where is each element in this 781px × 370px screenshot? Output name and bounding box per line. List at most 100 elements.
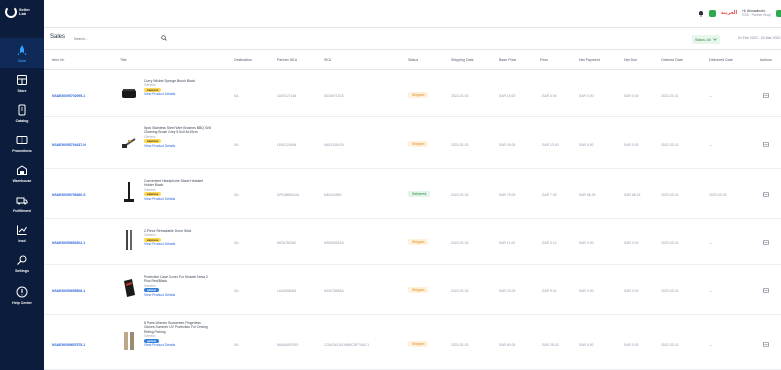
product-title-block: Protective Case Cover For Huawei Nova 2 … [144,275,212,297]
receipt-icon[interactable] [763,342,769,347]
destination-cell: SA [234,94,239,98]
view-product-details-link[interactable]: View Product Details [144,343,212,347]
column-header[interactable]: Title [120,58,127,62]
table-row[interactable]: NSAE30095653202-1 2-Piece Retractable Dr… [44,219,781,265]
sidebar-item-label: Store [17,88,27,93]
column-header[interactable]: Destination [234,58,252,62]
item-number-link[interactable]: NSAE30095705460-S [52,193,86,197]
global-tag: global [144,338,159,343]
table-header: Item Nr. Title Destination Partner SKU S… [44,50,781,70]
partner-sku-cell: LD00124454 [277,143,297,147]
express-tag: express [144,192,162,197]
table-row[interactable]: NSAE30095655508-1 Protective Case Cover … [44,265,781,315]
partner-sku-cell: NISA750940 [277,241,297,245]
ordered-date-cell: 2022-03-01 [661,143,679,147]
receipt-icon[interactable] [763,93,769,98]
product-thumbnail [120,279,138,297]
fees-cell: - SAR 13.00 [540,143,559,147]
sidebar-item-core[interactable]: Core [0,38,44,68]
item-number-link[interactable]: NSAE30095653202-1 [52,241,85,245]
item-number-link[interactable]: NSAE30095655508-1 [52,289,85,293]
sku-cell: N23278554A [324,289,344,293]
column-header[interactable]: Fees [540,58,548,62]
destination-cell: SA [234,193,239,197]
warehouse-icon [16,164,28,176]
table-row[interactable]: NSAE30095702095-1 Curry Wicket Sponge Br… [44,70,781,117]
view-product-details-link[interactable]: View Product Details [144,144,212,148]
net-payment-cell: SAR 0.00 [579,241,594,245]
product-thumbnail [120,134,138,152]
sidebar-item-insights[interactable]: Insd [0,218,44,248]
receipt-icon[interactable] [763,192,769,197]
fees-cell: - SAR 9.01 [540,289,557,293]
status-badge: Delivered [408,191,431,197]
product-title-block: 2-Piece Retractable Drum Stick Generic e… [144,229,212,247]
delivered-date-cell: — [709,241,713,245]
fees-cell: - SAR 28.03 [540,343,559,347]
view-product-details-link[interactable]: View Product Details [144,242,212,246]
partner-sku-cell: NIAA5497903 [277,343,299,347]
column-header[interactable]: Net Payment [579,58,600,62]
sidebar-item-promotions[interactable]: Promotions [0,128,44,158]
messages-icon[interactable] [708,9,716,17]
bell-icon[interactable] [698,10,704,17]
table-row[interactable]: NSAE30095705460-S Convenient Headphone S… [44,169,781,219]
column-header[interactable]: SKU [324,58,331,62]
net-due-cell: SAR 0.00 [624,94,639,98]
item-number-link[interactable]: NSAE30095704437-N [52,143,86,147]
user-menu[interactable]: Hi, Ahmadmobi... KSA · Partner Shop [742,9,771,17]
column-header[interactable]: Delivered Date [709,58,733,62]
table-row[interactable]: NSAE30095704437-N 5pcs Stainless Steel W… [44,117,781,169]
product-title-block: Curry Wicket Sponge Brush Block Generic … [144,79,212,97]
net-due-cell: SAR 0.00 [624,289,639,293]
column-header[interactable]: Partner SKU [277,58,297,62]
sidebar-item-warehouse[interactable]: Warehouse [0,158,44,188]
date-range-picker[interactable]: 01 Feb 2022 - 02 Mar 2022 [738,36,780,40]
receipt-icon[interactable] [763,142,769,147]
item-number-link[interactable]: NSAE30095657575-1 [52,343,85,347]
product-thumbnail [120,84,138,102]
table-row[interactable]: NSAE30095657575-1 8 Pairs Women Sunscree… [44,315,781,370]
shipping-date-cell: 2022-03-03 [451,193,469,197]
product-thumbnail [120,332,138,350]
status-filter-dropdown[interactable]: Status: All [692,35,720,44]
partner-sku-cell: DFK4859242A [277,193,300,197]
column-header[interactable]: Shipping Date [451,58,474,62]
column-header[interactable]: Status [408,58,418,62]
item-number-link[interactable]: NSAE30095702095-1 [52,94,85,98]
receipt-icon[interactable] [763,240,769,245]
page-title: Sales [50,34,66,40]
status-badge: Shipped [408,239,429,245]
rocket-icon [16,44,28,56]
base-price-cell: SAR 75.00 [499,193,516,197]
language-switch[interactable]: العربية [721,10,737,16]
sidebar-item-fulfillment[interactable]: Fulfillment [0,188,44,218]
logo[interactable]: Seller Lab [5,6,33,18]
ordered-date-cell: 2022-03-01 [661,289,679,293]
fees-cell: - SAR 3.12 [540,241,557,245]
logo-icon [5,6,17,18]
net-due-cell: SAR 68.25 [624,193,641,197]
sidebar-item-label: Promotions [12,148,32,153]
sidebar-item-catalog[interactable]: Catalog [0,98,44,128]
net-due-cell: SAR 0.00 [624,241,639,245]
column-header[interactable]: Ordered Date [661,58,683,62]
search-icon[interactable] [161,35,167,41]
sidebar-item-help-center[interactable]: Help Center [0,278,44,312]
view-product-details-link[interactable]: View Product Details [144,293,212,297]
column-header[interactable]: Net Due [624,58,637,62]
status-badge: Shipped [408,287,429,293]
column-header[interactable]: Item Nr. [52,58,65,62]
sidebar-item-label: Warehouse [12,178,32,183]
delivered-date-cell: — [709,94,713,98]
column-header[interactable]: Base Price [499,58,516,62]
logo-text: Seller Lab [19,6,30,16]
column-header[interactable]: Actions [760,58,772,62]
search-input[interactable] [74,35,158,43]
sidebar-item-settings[interactable]: Settings [0,248,44,278]
view-product-details-link[interactable]: View Product Details [144,92,212,96]
view-product-details-link[interactable]: View Product Details [144,197,212,201]
settings-icon [16,254,28,266]
receipt-icon[interactable] [763,288,769,293]
sidebar-item-store[interactable]: Store [0,68,44,98]
